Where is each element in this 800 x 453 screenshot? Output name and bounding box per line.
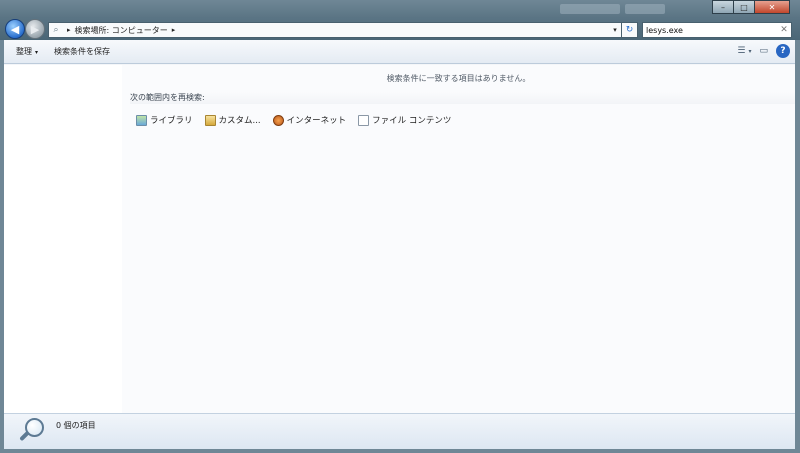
- search-input[interactable]: lesys.exe ✕: [642, 22, 792, 38]
- results-pane: 検索条件に一致する項目はありません。 次の範囲内を再検索: ライブラリ カスタム…: [122, 65, 795, 413]
- search-again-library[interactable]: ライブラリ: [136, 114, 193, 126]
- chevron-down-icon: ▾: [35, 49, 39, 56]
- help-icon[interactable]: ?: [776, 44, 790, 58]
- title-bar: – □ ✕ ◀ ▶ ⌕ ▸ 検索場所: コンピューター ▸ ▾ ↻ lesys.…: [0, 0, 800, 40]
- breadcrumb-separator[interactable]: ▸: [172, 26, 176, 34]
- search-query[interactable]: lesys.exe: [646, 26, 683, 35]
- back-button[interactable]: ◀: [5, 19, 25, 39]
- refresh-button[interactable]: ↻: [622, 22, 638, 38]
- organize-label: 整理: [16, 47, 32, 56]
- preview-pane-icon[interactable]: ▭: [759, 46, 768, 56]
- window-controls: – □ ✕: [712, 0, 790, 14]
- taskbar-preview-blur: [560, 4, 620, 14]
- command-bar: 整理 ▾ 検索条件を保存 ☰ ▾ ▭ ?: [0, 40, 800, 64]
- breadcrumb-path[interactable]: 検索場所: コンピューター: [75, 25, 168, 36]
- item-count: 0 個の項目: [56, 421, 96, 430]
- change-view-icon[interactable]: ☰: [737, 46, 745, 56]
- save-search-label: 検索条件を保存: [54, 47, 111, 56]
- navigation-pane[interactable]: [4, 65, 122, 413]
- address-dropdown-button[interactable]: ▾: [609, 26, 621, 34]
- organize-button[interactable]: 整理 ▾: [0, 46, 46, 57]
- details-pane: 0 個の項目: [4, 413, 795, 449]
- refresh-icon: ↻: [625, 25, 634, 35]
- internet-icon: [272, 114, 284, 126]
- location-label: ライブラリ: [150, 116, 193, 126]
- location-label: インターネット: [286, 116, 347, 126]
- search-again-custom[interactable]: カスタム...: [204, 114, 261, 126]
- search-again-locations: ライブラリ カスタム... インターネット ファイル コンテンツ: [136, 114, 463, 126]
- file-contents-icon: [358, 114, 370, 126]
- view-controls: ☰ ▾ ▭ ?: [729, 44, 790, 58]
- location-label: カスタム...: [218, 116, 261, 126]
- search-again-file-contents[interactable]: ファイル コンテンツ: [358, 114, 451, 126]
- window-frame-right: [795, 40, 800, 453]
- library-icon: [136, 114, 147, 126]
- taskbar-preview-blur: [625, 4, 665, 14]
- save-search-button[interactable]: 検索条件を保存: [46, 46, 118, 57]
- search-again-internet[interactable]: インターネット: [272, 114, 347, 126]
- back-arrow-icon: ◀: [10, 22, 20, 36]
- breadcrumb-separator[interactable]: ▸: [67, 26, 71, 34]
- view-options-chevron-icon[interactable]: ▾: [748, 48, 751, 55]
- forward-arrow-icon: ▶: [30, 22, 40, 36]
- search-again-heading: 次の範囲内を再検索:: [130, 92, 795, 104]
- forward-button[interactable]: ▶: [25, 19, 45, 39]
- magnifier-icon: [18, 418, 46, 446]
- minimize-button[interactable]: –: [712, 0, 734, 14]
- custom-folder-icon: [204, 114, 216, 126]
- window-frame-bottom: [0, 449, 800, 453]
- maximize-button[interactable]: □: [733, 0, 755, 14]
- close-button[interactable]: ✕: [754, 0, 790, 14]
- location-label: ファイル コンテンツ: [372, 116, 452, 126]
- address-bar[interactable]: ⌕ ▸ 検索場所: コンピューター ▸ ▾: [48, 22, 622, 38]
- search-location-icon: ⌕: [53, 25, 59, 35]
- no-results-message: 検索条件に一致する項目はありません。: [386, 74, 531, 83]
- clear-search-icon[interactable]: ✕: [777, 25, 791, 35]
